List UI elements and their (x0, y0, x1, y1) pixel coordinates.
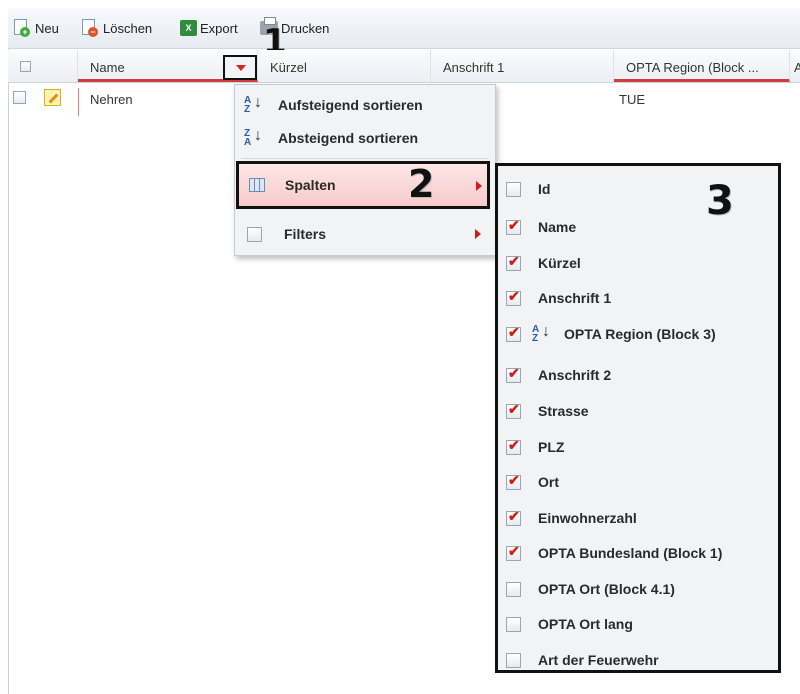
menu-item-filters[interactable]: Filters (235, 219, 326, 249)
column-option-label: OPTA Region (Block 3) (564, 326, 716, 342)
filters-label: Filters (284, 226, 327, 242)
edit-icon[interactable] (44, 89, 61, 106)
columns-grid-icon (249, 178, 265, 192)
excel-icon: X (180, 20, 197, 36)
column-checkbox[interactable] (506, 365, 521, 383)
column-option[interactable]: OPTA Ort (Block 4.1) (498, 574, 778, 604)
column-header-overflow[interactable]: A (790, 50, 800, 82)
delete-label: Löschen (103, 20, 153, 36)
new-button[interactable]: + Neu (14, 17, 59, 39)
column-header-opta-region[interactable]: OPTA Region (Block ... (614, 50, 790, 82)
column-option-label: Kürzel (538, 255, 581, 271)
column-checkbox[interactable] (506, 324, 521, 342)
column-checkbox[interactable] (506, 253, 521, 271)
column-checkbox[interactable] (506, 472, 521, 490)
column-option-label: Name (538, 219, 577, 235)
select-all-checkbox[interactable] (20, 61, 31, 72)
menu-separator (241, 158, 489, 159)
columns-submenu-arrow-icon (476, 181, 482, 191)
column-option[interactable]: Id (498, 174, 778, 204)
column-checkbox[interactable] (506, 616, 521, 632)
column-option-label: Anschrift 1 (538, 290, 612, 306)
row-checkbox[interactable] (13, 91, 26, 104)
annotation-number-3: 3 (706, 178, 734, 224)
menu-item-columns[interactable]: Spalten (236, 161, 490, 209)
column-option[interactable]: Strasse (498, 396, 778, 426)
new-document-icon: + (14, 19, 32, 37)
column-checkbox[interactable] (506, 181, 521, 197)
cell-name: Nehren (90, 92, 133, 107)
column-checkbox[interactable] (506, 508, 521, 526)
column-option[interactable]: AZ↓ OPTA Region (Block 3) (498, 319, 778, 349)
column-option-label: Ort (538, 474, 559, 490)
column-option[interactable]: PLZ (498, 432, 778, 462)
column-option[interactable]: OPTA Ort lang (498, 609, 778, 639)
filters-checkbox[interactable] (247, 226, 262, 242)
column-option[interactable]: Anschrift 2 (498, 360, 778, 390)
column-option-label: Art der Feuerwehr (538, 652, 659, 668)
column-option[interactable]: Ort (498, 467, 778, 497)
column-menu-trigger[interactable] (223, 55, 257, 80)
column-option-label: Anschrift 2 (538, 367, 612, 383)
sort-ascending-icon: A Z ↓ (532, 323, 550, 344)
column-option-label: Strasse (538, 403, 589, 419)
column-option[interactable]: Anschrift 1 (498, 283, 778, 313)
row-divider (78, 88, 79, 116)
menu-item-sort-ascending[interactable]: A Z ↓ Aufsteigend sortieren (235, 90, 423, 120)
print-label: Drucken (281, 20, 330, 36)
column-checkbox[interactable] (506, 437, 521, 455)
delete-button[interactable]: − Löschen (82, 17, 152, 39)
column-checkbox[interactable] (506, 581, 521, 597)
column-option[interactable]: Kürzel (498, 248, 778, 278)
toolbar: + Neu − Löschen X Export Drucken (8, 8, 800, 49)
cell-opta-region: TUE (619, 92, 645, 107)
column-option-label: Id (538, 181, 551, 197)
column-option-label: OPTA Bundesland (Block 1) (538, 545, 723, 561)
sort-ascending-icon: A Z ↓ (244, 94, 262, 115)
column-option-label: OPTA Ort lang (538, 616, 633, 632)
column-option[interactable]: Name (498, 212, 778, 242)
sort-descending-icon: Z A ↓ (244, 127, 262, 148)
columns-label: Spalten (285, 177, 336, 193)
filters-submenu-arrow-icon (475, 229, 481, 239)
column-checkbox[interactable] (506, 543, 521, 561)
annotation-number-2: 2 (408, 162, 435, 206)
sort-ascending-label: Aufsteigend sortieren (278, 97, 423, 113)
menu-item-sort-descending[interactable]: Z A ↓ Absteigend sortieren (235, 123, 418, 153)
column-checkbox[interactable] (506, 401, 521, 419)
export-button[interactable]: X Export (180, 17, 238, 39)
column-checkbox[interactable] (506, 217, 521, 235)
column-option-label: Einwohnerzahl (538, 510, 637, 526)
column-option[interactable]: Art der Feuerwehr (498, 645, 778, 675)
column-visibility-menu: Id Name Kürzel Anschrift 1 AZ↓ OPTA Regio… (495, 163, 781, 673)
grid-header: Name Kürzel Anschrift 1 OPTA Region (Blo… (8, 50, 800, 83)
delete-document-icon: − (82, 19, 100, 37)
column-option[interactable]: Einwohnerzahl (498, 503, 778, 533)
column-option-label: PLZ (538, 439, 565, 455)
new-label: Neu (35, 20, 59, 36)
sort-descending-label: Absteigend sortieren (278, 130, 419, 146)
column-header-kuerzel[interactable]: Kürzel (258, 50, 431, 82)
column-option-label: OPTA Ort (Block 4.1) (538, 581, 675, 597)
select-all-header (8, 50, 78, 82)
column-checkbox[interactable] (506, 652, 521, 668)
export-label: Export (200, 20, 238, 36)
column-checkbox[interactable] (506, 288, 521, 306)
column-header-anschrift-1[interactable]: Anschrift 1 (431, 50, 614, 82)
column-option[interactable]: OPTA Bundesland (Block 1) (498, 538, 778, 568)
